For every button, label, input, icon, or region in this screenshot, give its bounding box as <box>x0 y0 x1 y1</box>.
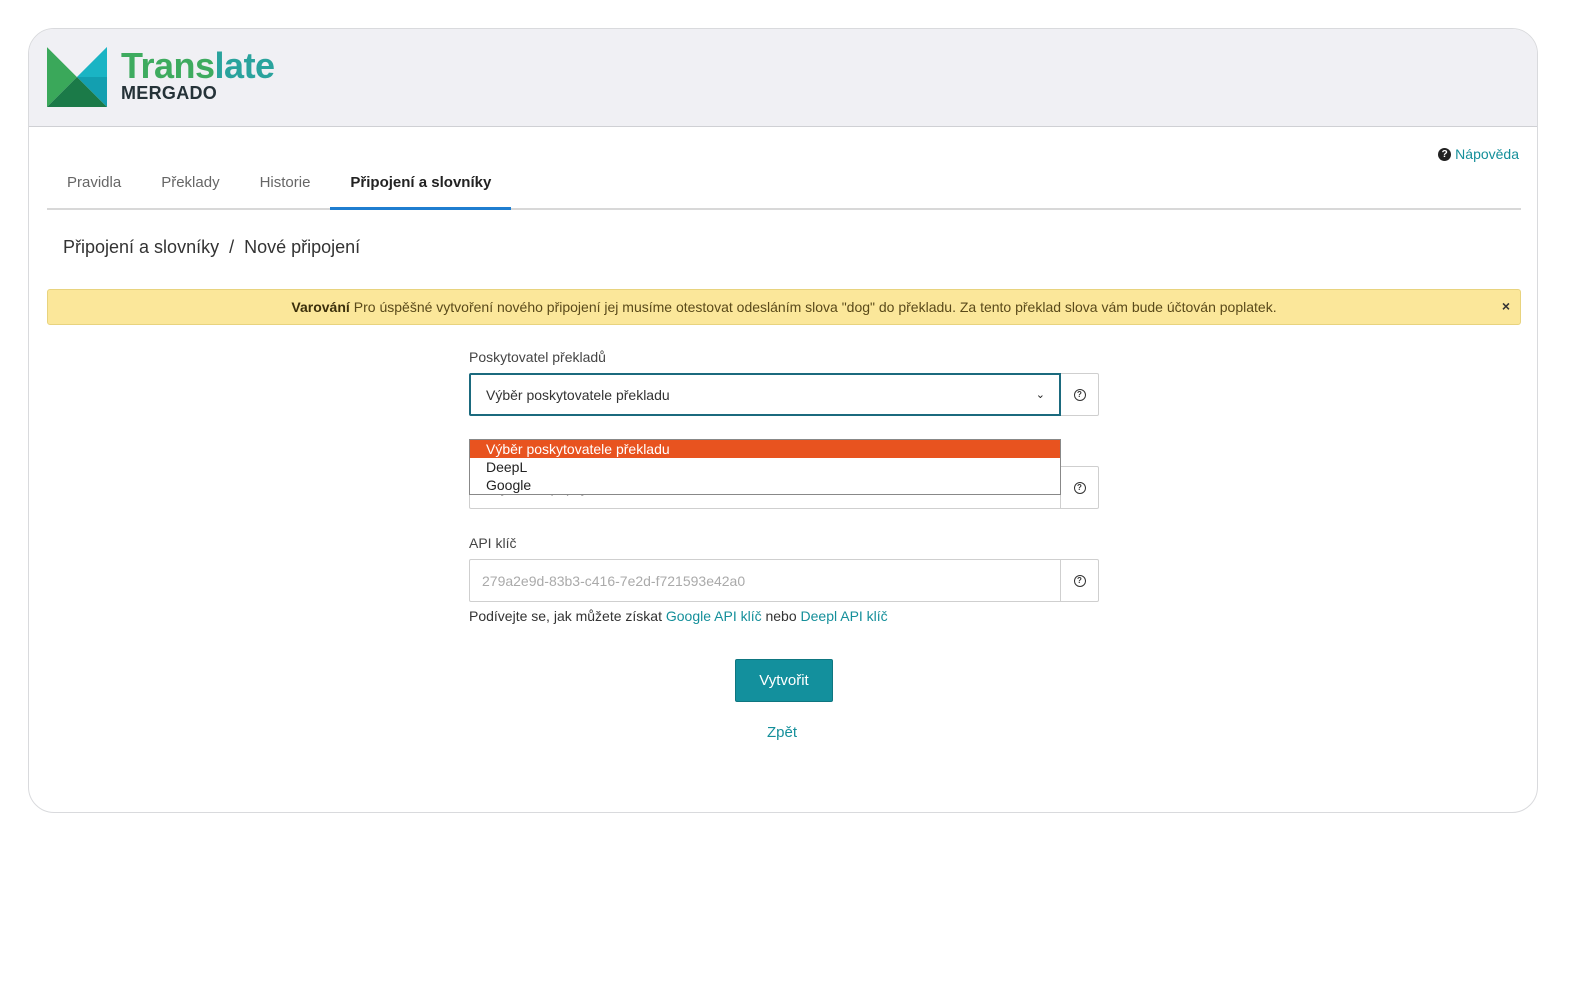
breadcrumb-parent[interactable]: Připojení a slovníky <box>63 237 219 257</box>
deepl-api-key-link[interactable]: Deepl API klíč <box>801 608 888 624</box>
create-button[interactable]: Vytvořit <box>735 659 833 702</box>
tab-pravidla[interactable]: Pravidla <box>47 167 141 208</box>
help-link-label: Nápověda <box>1455 146 1519 162</box>
alert-text: Pro úspěšné vytvoření nového připojení j… <box>353 299 1277 315</box>
provider-option[interactable]: Google <box>470 476 1060 494</box>
tab-historie[interactable]: Historie <box>240 167 331 208</box>
question-circle-icon: ? <box>1438 147 1452 161</box>
chevron-down-icon: ⌄ <box>1035 389 1045 401</box>
question-circle-icon: ? <box>1073 574 1086 587</box>
warning-alert: Varování Pro úspěšné vytvoření nového př… <box>47 289 1521 325</box>
provider-dropdown-list: Výběr poskytovatele překladu DeepL Googl… <box>469 439 1061 495</box>
back-link[interactable]: Zpět <box>767 724 797 741</box>
tab-preklady[interactable]: Překlady <box>141 167 239 208</box>
provider-group: Výběr poskytovatele překladu ⌄ ? <box>469 373 1099 416</box>
logo-title: Translate <box>121 45 275 86</box>
new-connection-form: Poskytovatel překladů Výběr poskytovatel… <box>469 349 1099 624</box>
question-circle-icon: ? <box>1073 481 1086 494</box>
tab-pripojeni-a-slovniky[interactable]: Připojení a slovníky <box>330 167 512 210</box>
logo-subtitle: MERGADO <box>121 83 218 103</box>
question-circle-icon: ? <box>1073 388 1086 401</box>
hint-middle: nebo <box>765 608 797 624</box>
api-key-hint: Podívejte se, jak můžete získat Google A… <box>469 608 1099 624</box>
alert-strong: Varování <box>291 299 350 315</box>
translate-mergado-logo[interactable]: Translate MERGADO <box>47 45 307 109</box>
hint-prefix: Podívejte se, jak můžete získat <box>469 608 662 624</box>
api-key-help-button[interactable]: ? <box>1061 559 1099 602</box>
breadcrumb-current: Nové připojení <box>244 237 361 257</box>
alert-close-button[interactable]: × <box>1502 298 1510 314</box>
breadcrumb-separator: / <box>229 237 235 257</box>
provider-option[interactable]: Výběr poskytovatele překladu <box>470 440 1060 458</box>
main-card: Translate MERGADO ? Nápověda Pravidla Př… <box>28 28 1538 813</box>
app-header: Translate MERGADO <box>29 29 1537 127</box>
logo-mark-icon <box>47 47 107 107</box>
provider-help-button[interactable]: ? <box>1061 373 1099 416</box>
help-link[interactable]: ? Nápověda <box>1438 146 1519 162</box>
google-api-key-link[interactable]: Google API klíč <box>666 608 762 624</box>
api-key-label: API klíč <box>469 535 517 551</box>
provider-option[interactable]: DeepL <box>470 458 1060 476</box>
provider-selected-value: Výběr poskytovatele překladu <box>486 386 670 403</box>
provider-select[interactable]: Výběr poskytovatele překladu ⌄ <box>469 373 1061 416</box>
provider-label: Poskytovatel překladů <box>469 349 606 365</box>
breadcrumb: Připojení a slovníky / Nové připojení <box>63 237 360 258</box>
connection-name-help-button[interactable]: ? <box>1061 466 1099 509</box>
api-key-group: 279a2e9d-83b3-c416-7e2d-f721593e42a0 ? <box>469 559 1099 602</box>
main-tabs: Pravidla Překlady Historie Připojení a s… <box>47 167 1521 210</box>
api-key-input[interactable]: 279a2e9d-83b3-c416-7e2d-f721593e42a0 <box>469 559 1061 602</box>
